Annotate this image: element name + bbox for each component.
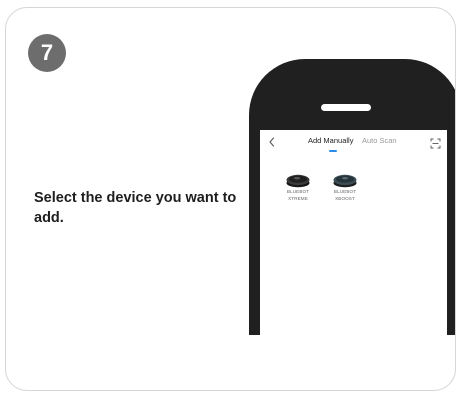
instruction-text: Select the device you want to add.	[34, 190, 237, 226]
robot-vacuum-icon	[333, 174, 357, 188]
device-label-line2: XTREME	[288, 195, 308, 201]
scan-frame-icon[interactable]	[430, 136, 441, 149]
device-label-line1: BLUEBOT	[286, 189, 310, 194]
app-nav-bar: Add Manually Auto Scan	[260, 134, 447, 152]
instruction-card: 7 Select the device you want to add. Add…	[5, 7, 456, 391]
robot-vacuum-icon	[286, 174, 310, 188]
active-tab-indicator	[329, 150, 337, 152]
phone-screen: Add Manually Auto Scan BLUEBOT XTREME BL…	[260, 130, 447, 335]
device-label-line2: XBOOST	[335, 195, 355, 201]
tab-auto-scan[interactable]: Auto Scan	[362, 136, 397, 145]
phone-speaker	[321, 104, 371, 111]
device-label-line1: BLUEBOT	[333, 189, 357, 194]
device-bluebot-xtreme[interactable]: BLUEBOT XTREME	[278, 172, 318, 201]
chevron-left-icon[interactable]	[267, 135, 277, 147]
phone-mockup: Add Manually Auto Scan BLUEBOT XTREME BL…	[249, 59, 455, 335]
device-bluebot-xboost[interactable]: BLUEBOT XBOOST	[325, 172, 365, 201]
step-number-badge: 7	[28, 34, 66, 72]
tab-add-manually[interactable]: Add Manually	[308, 136, 353, 145]
